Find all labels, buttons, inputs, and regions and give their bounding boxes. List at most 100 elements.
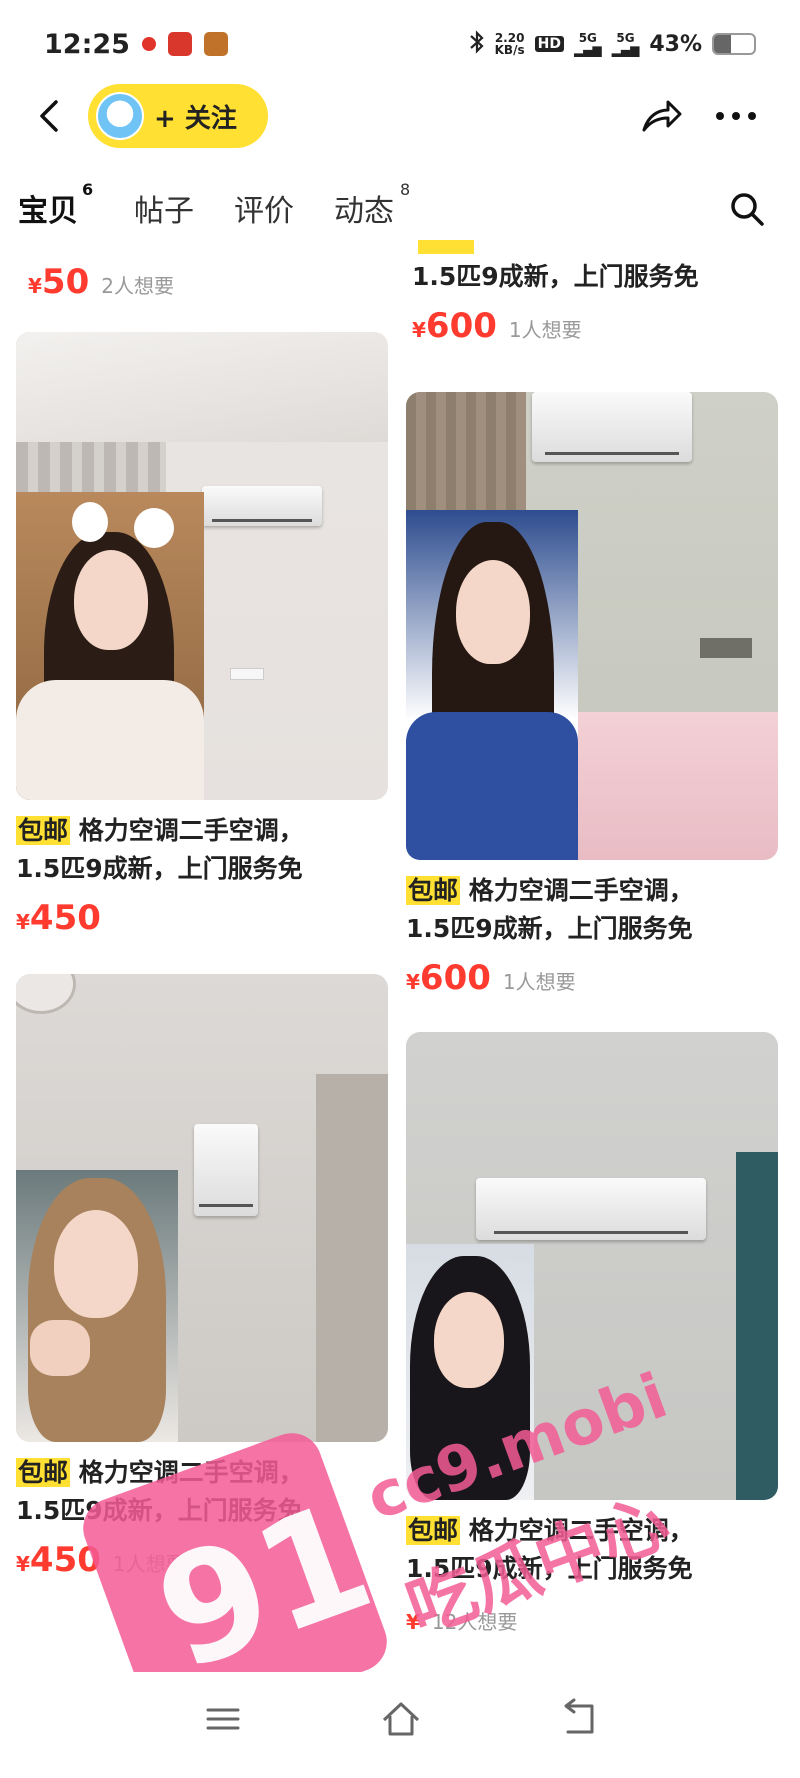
product-image[interactable] bbox=[406, 392, 778, 860]
product-grid: ¥50 2人想要 1.5匹9成新，上门服务免 ¥600 1人想要 包邮 格力空调… bbox=[0, 240, 800, 1660]
product-card[interactable]: 包邮 格力空调二手空调， 1.5匹9成新，上门服务免 ¥ 12人想要 bbox=[406, 1032, 778, 1638]
tab-items[interactable]: 宝贝 6 bbox=[18, 180, 93, 230]
price: ¥50 bbox=[28, 262, 89, 302]
price-value: 600 bbox=[419, 958, 491, 998]
product-card[interactable]: 包邮 格力空调二手空调， 1.5匹9成新，上门服务免 ¥450 bbox=[16, 332, 388, 938]
tab-activity-label: 动态 bbox=[334, 194, 394, 229]
product-title-line-2: 1.5匹9成新，上门服务免 bbox=[16, 1496, 303, 1525]
tab-items-label: 宝贝 bbox=[18, 194, 78, 229]
menu-icon[interactable] bbox=[198, 1694, 248, 1744]
product-title-line-2: 1.5匹9成新，上门服务免 bbox=[16, 854, 303, 883]
curtain bbox=[406, 392, 526, 512]
price: ¥ bbox=[406, 1598, 420, 1638]
product-title: 包邮 格力空调二手空调， 1.5匹9成新，上门服务免 bbox=[406, 872, 778, 948]
tab-items-count: 6 bbox=[82, 180, 94, 199]
product-title-line-2: 1.5匹9成新，上门服务免 bbox=[406, 1554, 693, 1583]
hd-icon: HD bbox=[534, 36, 564, 52]
share-icon[interactable] bbox=[640, 96, 684, 136]
product-image[interactable] bbox=[16, 332, 388, 800]
tab-reviews[interactable]: 评价 bbox=[234, 186, 294, 230]
product-title: 包邮 格力空调二手空调， 1.5匹9成新，上门服务免 bbox=[16, 1454, 388, 1530]
product-title-line-1: 格力空调二手空调， bbox=[468, 876, 694, 905]
currency-symbol: ¥ bbox=[406, 1610, 420, 1634]
product-card[interactable]: 包邮 格力空调二手空调， 1.5匹9成新，上门服务免 ¥450 1人想要 bbox=[16, 974, 388, 1580]
top-nav: + 关注 bbox=[0, 82, 800, 150]
pink-bed bbox=[556, 712, 778, 860]
battery-icon bbox=[712, 33, 756, 55]
product-image[interactable] bbox=[16, 974, 388, 1442]
price: ¥600 bbox=[412, 306, 497, 346]
blue-top bbox=[406, 712, 578, 860]
price-value: 450 bbox=[29, 1540, 101, 1580]
tab-bar: 宝贝 6 帖子 评价 动态 8 bbox=[0, 176, 800, 236]
wants-count: 12人想要 bbox=[431, 1610, 518, 1634]
sim-1-label: 5G bbox=[578, 31, 597, 45]
ceiling bbox=[16, 332, 388, 442]
tab-reviews-label: 评价 bbox=[234, 194, 294, 229]
wants-count: 1人想要 bbox=[112, 1552, 186, 1576]
battery-percent: 43% bbox=[649, 31, 702, 57]
wall-socket bbox=[230, 668, 264, 680]
person-photo bbox=[406, 1244, 534, 1500]
status-bar: 12:25 2.20 KB/s HD 5G ▂▄▆ 5G ▂▄▆ 43% bbox=[0, 0, 800, 88]
signal-2-icon: 5G ▂▄▆ bbox=[611, 31, 640, 57]
net-speed-unit: KB/s bbox=[494, 43, 525, 57]
ear-accessory bbox=[72, 502, 108, 542]
sim-2-label: 5G bbox=[616, 31, 635, 45]
game-notification-icon bbox=[203, 32, 228, 56]
price: ¥450 bbox=[16, 1540, 101, 1580]
wants-count: 2人想要 bbox=[101, 274, 174, 298]
currency-symbol: ¥ bbox=[412, 318, 426, 342]
more-icon[interactable] bbox=[712, 96, 760, 136]
teal-curtain bbox=[736, 1152, 778, 1500]
product-card[interactable]: 包邮 格力空调二手空调， 1.5匹9成新，上门服务免 ¥600 1人想要 bbox=[406, 392, 778, 998]
product-title-line-1: 格力空调二手空调， bbox=[78, 1458, 304, 1487]
price-value: 600 bbox=[425, 306, 497, 346]
price: ¥600 bbox=[406, 958, 491, 998]
app-notification-icon bbox=[167, 32, 192, 56]
free-shipping-tag: 包邮 bbox=[406, 1516, 461, 1545]
lace-top bbox=[16, 680, 204, 800]
price: ¥450 bbox=[16, 898, 101, 938]
air-conditioner bbox=[532, 392, 692, 462]
net-speed: 2.20 KB/s bbox=[495, 32, 525, 56]
product-title: 1.5匹9成新，上门服务免 bbox=[412, 262, 699, 291]
follow-button[interactable]: + 关注 bbox=[88, 84, 268, 148]
tab-posts-label: 帖子 bbox=[134, 194, 194, 229]
currency-symbol: ¥ bbox=[16, 1552, 30, 1576]
system-nav-bar bbox=[0, 1672, 800, 1778]
avatar[interactable] bbox=[96, 92, 144, 140]
wants-count: 1人想要 bbox=[508, 318, 582, 342]
currency-symbol: ¥ bbox=[16, 910, 30, 934]
free-shipping-tag: 包邮 bbox=[406, 876, 461, 905]
free-shipping-tag: 包邮 bbox=[16, 1458, 71, 1487]
doorframe bbox=[316, 1074, 388, 1442]
tab-posts[interactable]: 帖子 bbox=[134, 186, 194, 230]
product-title: 包邮 格力空调二手空调， 1.5匹9成新，上门服务免 bbox=[406, 1512, 778, 1588]
product-title-line-1: 格力空调二手空调， bbox=[78, 816, 304, 845]
follow-label: + 关注 bbox=[154, 103, 237, 134]
back-nav-icon[interactable] bbox=[554, 1694, 604, 1744]
status-time: 12:25 bbox=[44, 28, 130, 60]
home-icon[interactable] bbox=[376, 1694, 426, 1744]
currency-symbol: ¥ bbox=[406, 970, 420, 994]
tag-highlight bbox=[418, 240, 474, 254]
partial-product-card-right[interactable]: 1.5匹9成新，上门服务免 ¥600 1人想要 bbox=[412, 240, 784, 346]
currency-symbol: ¥ bbox=[28, 274, 42, 298]
air-conditioner bbox=[476, 1178, 706, 1240]
back-icon[interactable] bbox=[32, 98, 68, 134]
wants-count: 1人想要 bbox=[502, 970, 576, 994]
bluetooth-icon bbox=[469, 29, 485, 59]
hand bbox=[30, 1320, 90, 1376]
search-icon[interactable] bbox=[728, 190, 766, 228]
signal-1-icon: 5G ▂▄▆ bbox=[573, 31, 602, 57]
tab-activity-count: 8 bbox=[400, 180, 411, 199]
product-title: 包邮 格力空调二手空调， 1.5匹9成新，上门服务免 bbox=[16, 812, 388, 888]
free-shipping-tag: 包邮 bbox=[16, 816, 71, 845]
tab-activity[interactable]: 动态 8 bbox=[334, 180, 410, 230]
person-photo bbox=[16, 492, 204, 800]
notification-dot-icon bbox=[141, 37, 156, 51]
person-photo bbox=[16, 1170, 178, 1442]
product-image[interactable] bbox=[406, 1032, 778, 1500]
partial-product-card-left[interactable]: ¥50 2人想要 bbox=[28, 262, 400, 302]
